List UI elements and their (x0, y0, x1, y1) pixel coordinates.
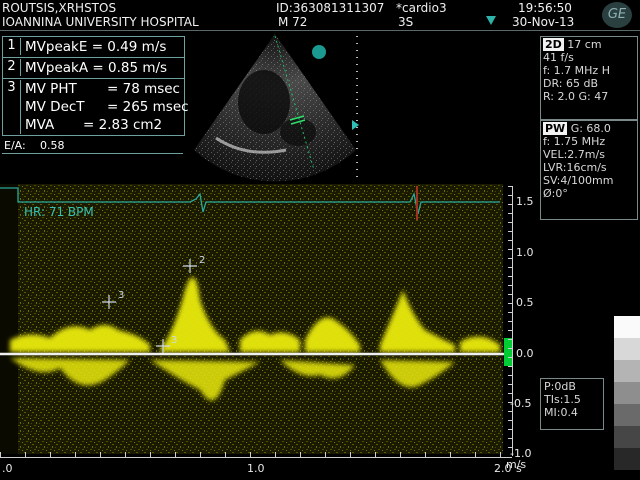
hospital-name: IOANNINA UNIVERSITY HOSPITAL (2, 15, 199, 29)
pw-velocity: VEL:2.7m/s (543, 148, 605, 161)
exam-date: 30-Nov-13 (512, 15, 575, 29)
y-tick-1.0: 1.0 (516, 246, 534, 259)
measurement-index-2: 2 (3, 59, 21, 76)
measurement-divider (3, 57, 184, 58)
x-axis-unit: s (516, 462, 522, 475)
pw-lvr: LVR:16cm/s (543, 161, 607, 174)
measurement-label: MV PHT (25, 81, 77, 97)
measurement-row-mv-dect: MV DecT = 265 msec (25, 99, 189, 115)
2d-frequency: f: 1.7 MHz H (543, 64, 610, 77)
measurement-value: = 2.83 cm2 (83, 117, 163, 133)
pw-frequency: f: 1.75 MHz (543, 135, 606, 148)
acoustic-power: P:0dB (544, 380, 576, 393)
measurement-row-mv-peak-a: MVpeakA = 0.85 m/s (25, 60, 167, 76)
depth-value: 17 cm (567, 38, 602, 51)
power-output-panel: P:0dB TIs:1.5 MI:0.4 (540, 378, 604, 430)
spectrum-left-dark-strip (0, 184, 18, 454)
heart-rate-label: HR: 71 BPM (24, 205, 94, 219)
patient-name: ROUTSIS,XRHSTOS (2, 1, 117, 15)
x-tick-0: .0 (2, 462, 13, 475)
ea-ratio-value: 0.58 (40, 139, 65, 152)
caliper-label-3b: 3 (171, 335, 177, 346)
x-tick-2: 2.0 (494, 462, 512, 475)
ea-underline (2, 153, 183, 154)
y-tick-neg-0.5: -0.5 (510, 397, 532, 410)
preset-dropdown-icon[interactable] (486, 16, 496, 25)
time-axis-ticks (0, 452, 512, 457)
pw-parameters-panel: PW G: 68.0 f: 1.75 MHz VEL:2.7m/s LVR:16… (540, 120, 638, 220)
y-tick-1.5: 1.5 (516, 195, 534, 208)
focus-marker-icon (352, 120, 359, 130)
mechanical-index: MI:0.4 (544, 406, 578, 419)
ge-logo: GE (602, 2, 632, 28)
mode-2d-tag: 2D (543, 38, 564, 51)
y-tick-0.5: 0.5 (516, 296, 534, 309)
heart-chamber (238, 70, 290, 134)
patient-sex-age: M 72 (278, 15, 308, 29)
caliper-label-3a: 3 (118, 290, 124, 301)
2d-sector-image[interactable] (186, 30, 364, 182)
y-tick-0.0: 0.0 (516, 347, 534, 360)
caliper-label-2: 2 (199, 255, 205, 266)
patient-id: ID:363081311307 (276, 1, 385, 15)
measurement-value: = 265 msec (107, 99, 189, 115)
measurement-value: = 0.85 m/s (92, 60, 168, 76)
2d-parameters-panel: 2D 17 cm 41 f/s f: 1.7 MHz H DR: 65 dB R… (540, 36, 638, 120)
measurement-row-mv-pht: MV PHT = 78 msec (25, 81, 180, 97)
measurement-divider (3, 78, 184, 79)
probe-name: 3S (398, 15, 414, 29)
measurement-label: MV DecT (25, 99, 85, 115)
depth-scale (356, 36, 358, 181)
pw-sample-volume: SV:4/100mm (543, 174, 614, 187)
measurement-row-mv-peak-e: MVpeakE = 0.49 m/s (25, 39, 166, 55)
dynamic-range: DR: 65 dB (543, 77, 598, 90)
orientation-marker-icon (312, 45, 326, 59)
measurement-label: MVpeakE (25, 39, 88, 55)
measurement-results-box: 1 MVpeakE = 0.49 m/s 2 MVpeakA = 0.85 m/… (2, 36, 189, 136)
time-axis-line (0, 457, 512, 458)
mode-pw-tag: PW (543, 122, 568, 135)
spectrum-noise-background (18, 184, 503, 454)
frame-rate: 41 f/s (543, 51, 574, 64)
measurement-index-1: 1 (3, 38, 21, 55)
reject-gain: R: 2.0 G: 47 (543, 90, 609, 103)
measurement-index-3: 3 (3, 80, 21, 134)
pw-gain: G: 68.0 (570, 122, 611, 135)
velocity-axis-ticks (508, 186, 513, 456)
preset-name: *cardio3 (396, 1, 447, 15)
measurement-value: = 0.49 m/s (91, 39, 167, 55)
measurement-label: MVpeakA (25, 60, 89, 76)
pw-angle: Ø:0° (543, 187, 568, 200)
measurement-label: MVA (25, 117, 55, 133)
grayscale-bar (614, 316, 640, 470)
x-tick-1: 1.0 (247, 462, 265, 475)
measurement-value: = 78 msec (107, 81, 180, 97)
ea-ratio-label: E/A: (4, 139, 26, 152)
exam-time: 19:56:50 (518, 1, 572, 15)
measurement-row-mva: MVA = 2.83 cm2 (25, 117, 162, 133)
doppler-spectrum[interactable]: HR: 71 BPM 2 3 3 (0, 180, 540, 480)
thermal-index: TIs:1.5 (544, 393, 581, 406)
